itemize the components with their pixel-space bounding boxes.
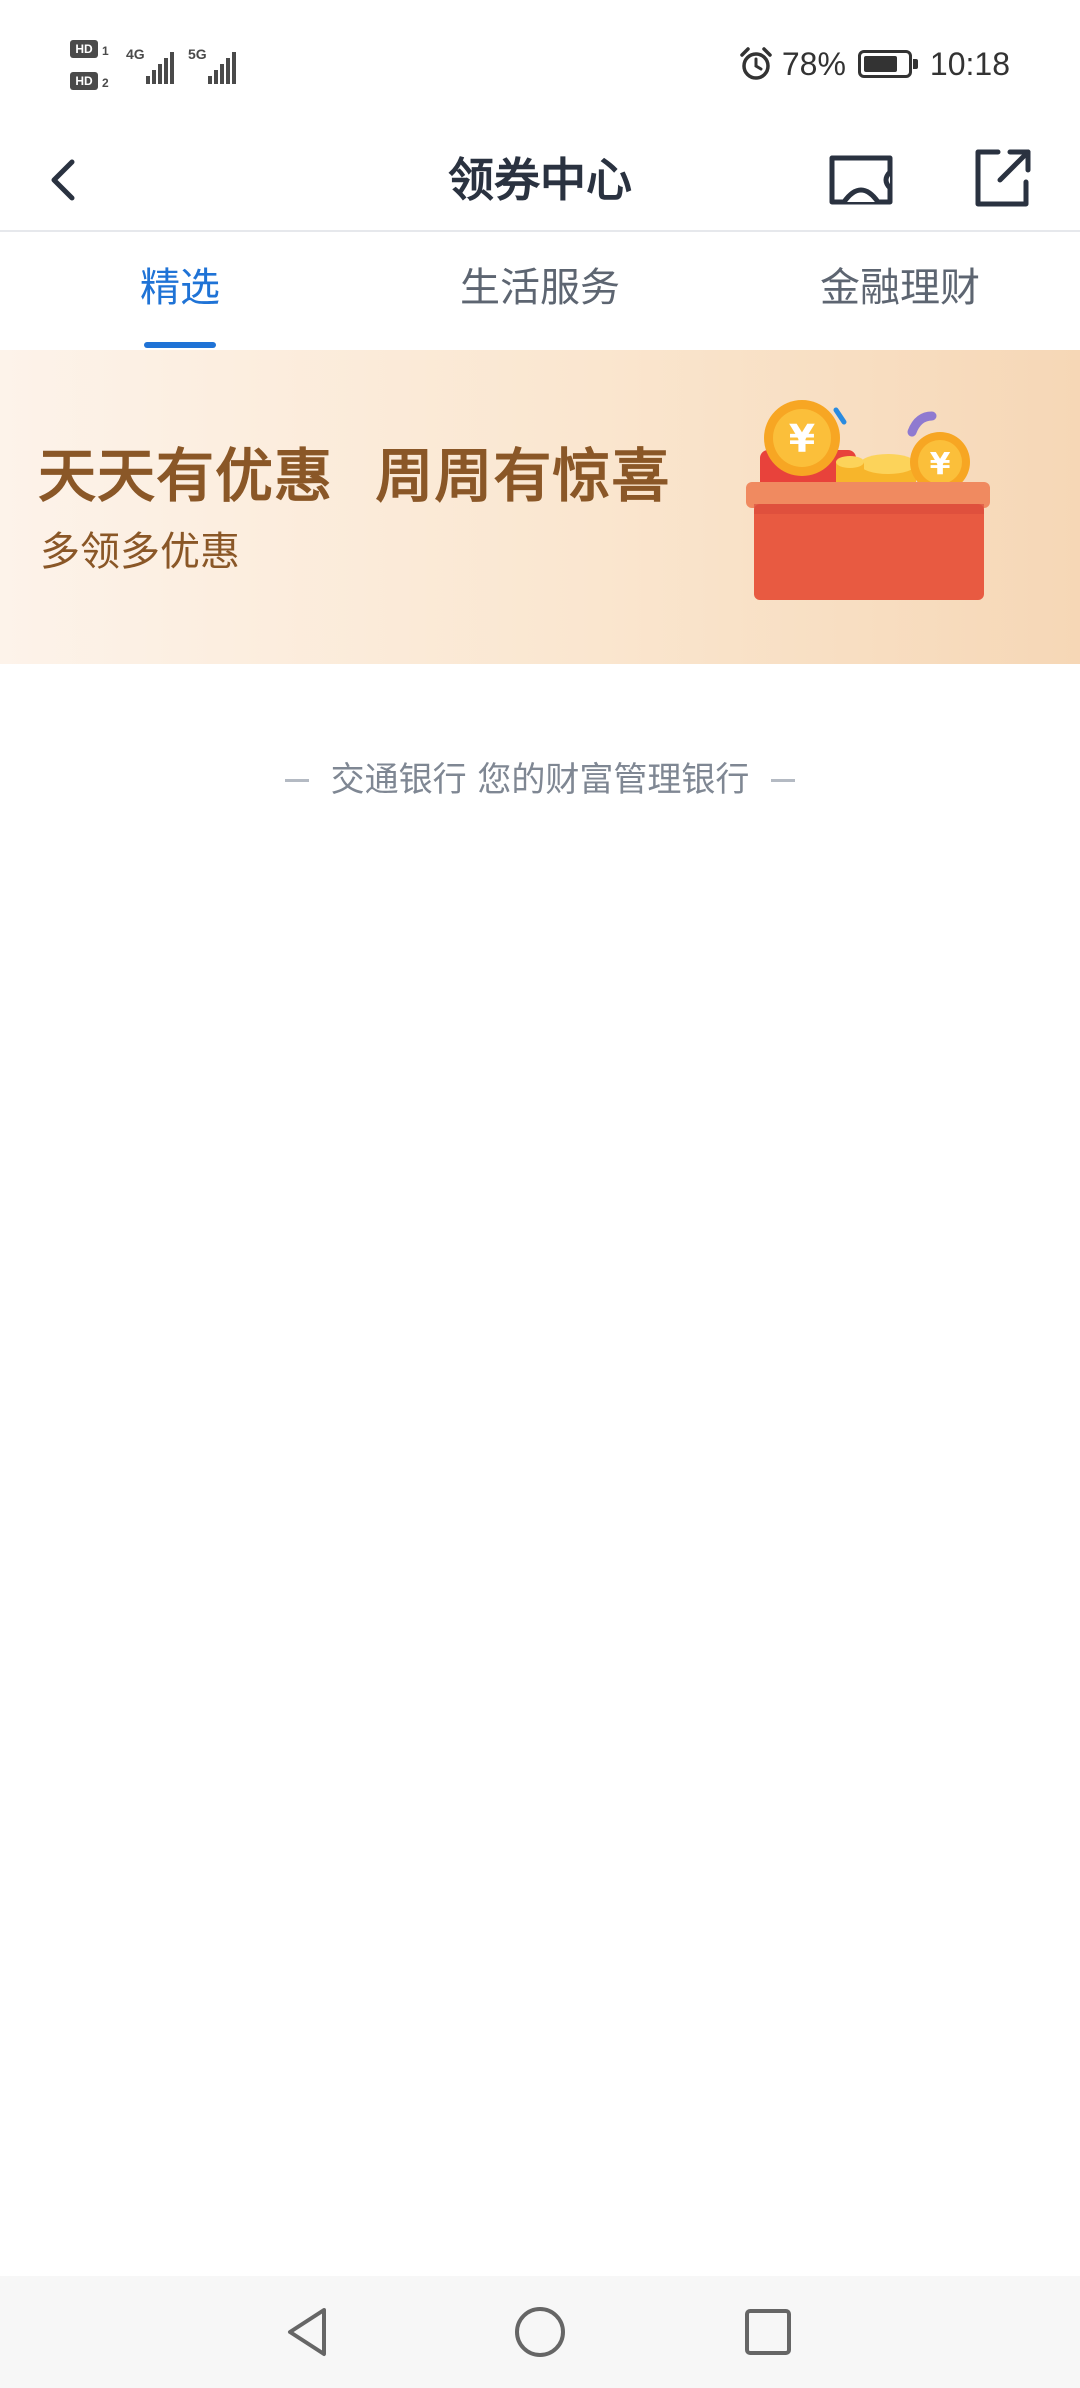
network-sim2: 5G [188, 46, 244, 90]
svg-text:¥: ¥ [930, 447, 951, 482]
battery-level-fill [863, 56, 897, 72]
tab-featured[interactable]: 精选 [0, 232, 360, 350]
category-tabs: 精选 生活服务 金融理财 [0, 232, 1080, 350]
banner-subtitle: 多领多优惠 [40, 529, 240, 575]
alarm-icon [740, 47, 772, 80]
signal-icon [208, 52, 238, 84]
status-bar: HD 1 HD 2 4G 5G 78% 10:18 [0, 0, 1080, 130]
svg-text:¥: ¥ [789, 417, 815, 461]
network-type-sim2: 5G [188, 46, 207, 62]
slogan-text: 交通银行 您的财富管理银行 [330, 760, 750, 800]
back-triangle-icon[interactable] [278, 2302, 338, 2362]
share-icon[interactable] [966, 142, 1038, 214]
sim1-index: 1 [102, 44, 109, 58]
banner-headline: 天天有优惠 周周有惊喜 [38, 442, 671, 510]
footer-slogan: 交通银行 您的财富管理银行 [0, 750, 1080, 810]
slogan-divider-left [284, 778, 309, 782]
slogan-divider-right [771, 778, 796, 782]
promo-banner[interactable]: 天天有优惠 周周有惊喜 多领多优惠 ¥ ¥ [0, 350, 1080, 664]
system-navigation-bar [0, 2276, 1080, 2388]
navigation-bar: 领券中心 [0, 130, 1080, 232]
recents-square-icon[interactable] [738, 2302, 798, 2362]
home-circle-icon[interactable] [510, 2302, 570, 2362]
tab-life-services[interactable]: 生活服务 [360, 232, 720, 350]
system-indicators: 78% 10:18 [738, 40, 1010, 88]
network-sim1: 4G [126, 46, 178, 90]
ticket-icon[interactable] [826, 148, 896, 212]
hd-badge-sim2: HD [70, 72, 98, 90]
clock: 10:18 [929, 46, 1010, 82]
page-title: 领券中心 [448, 153, 632, 207]
sim2-index: 2 [102, 76, 109, 90]
hd-badge-sim1: HD [70, 40, 98, 58]
signal-icon [146, 52, 176, 84]
active-tab-indicator [144, 342, 216, 348]
battery-percent: 78% [781, 46, 846, 82]
gift-box-icon: ¥ ¥ [746, 400, 990, 600]
tab-financial-management[interactable]: 金融理财 [720, 232, 1080, 350]
battery-icon [857, 50, 918, 78]
network-type-sim1: 4G [126, 46, 145, 62]
